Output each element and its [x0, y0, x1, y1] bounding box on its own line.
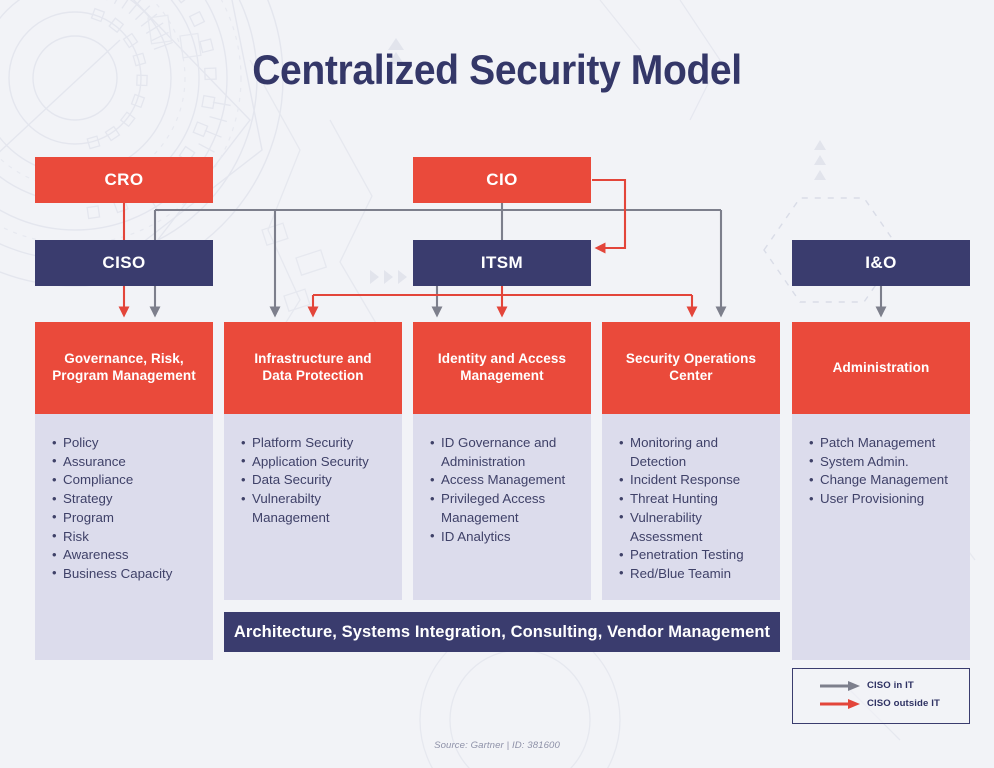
node-itsm[interactable]: ITSM	[413, 240, 591, 286]
arrow-right-icon	[820, 680, 860, 691]
column-header-identity[interactable]: Identity and Access Management	[413, 322, 591, 414]
column-header-line-1: Security Operations	[625, 351, 757, 367]
node-io-label: I&O	[865, 253, 897, 273]
list-item: Platform Security	[241, 434, 399, 453]
list-item: Compliance	[52, 471, 212, 490]
node-cio[interactable]: CIO	[413, 157, 591, 203]
list-item: Data Security	[241, 471, 399, 490]
column-header-soc[interactable]: Security Operations Center	[602, 322, 780, 414]
list-item: Program	[52, 508, 212, 528]
legend-entry-ciso-outside-it: CISO outside IT	[820, 698, 940, 709]
list-item: Vulnerabilty Management	[241, 490, 399, 527]
column-header-line-1: Infrastructure and	[254, 351, 372, 367]
legend: CISO in IT CISO outside IT	[792, 668, 970, 724]
column-header-governance[interactable]: Governance, Risk, Program Management	[35, 322, 213, 414]
column-header-line-1: Governance, Risk,	[64, 351, 184, 367]
list-item: Risk	[52, 527, 212, 547]
list-item: User Provisioning	[809, 490, 967, 509]
node-cro-label: CRO	[104, 170, 144, 190]
column-header-line-2: Management	[460, 368, 544, 383]
column-header-line-1: Identity and Access	[437, 351, 567, 367]
list-item: Business Capacity	[52, 564, 212, 584]
bottom-bar-label: Architecture, Systems Integration, Consu…	[233, 622, 771, 641]
list-item: Change Management	[809, 471, 967, 490]
bottom-bar-architecture[interactable]: Architecture, Systems Integration, Consu…	[224, 612, 780, 652]
legend-label: CISO outside IT	[867, 698, 940, 709]
legend-label: CISO in IT	[867, 680, 914, 691]
source-attribution: Source: Gartner | ID: 381600	[434, 740, 560, 751]
legend-entry-ciso-in-it: CISO in IT	[820, 680, 914, 691]
list-item: Red/Blue Teamin	[619, 564, 777, 584]
bullet-list-governance: Policy Assurance Compliance Strategy Pro…	[52, 434, 212, 584]
page-title: Centralized Security Model	[252, 46, 742, 93]
node-ciso-label: CISO	[102, 253, 146, 273]
bullet-list-identity: ID Governance and Administration Access …	[430, 433, 588, 547]
column-header-line-1: Administration	[832, 359, 930, 375]
list-item: Policy	[52, 434, 212, 453]
list-item: Vulnerability Assessment	[619, 508, 777, 546]
list-item: Privileged Access Management	[430, 490, 588, 527]
list-item: Threat Hunting	[619, 490, 777, 509]
bullet-list-soc: Monitoring and Detection Incident Respon…	[619, 433, 777, 584]
column-header-administration[interactable]: Administration	[792, 322, 970, 414]
node-io[interactable]: I&O	[792, 240, 970, 286]
arrow-right-icon	[820, 698, 860, 709]
infographic-canvas: Centralized Security Model CRO CIO CISO …	[0, 0, 994, 768]
node-itsm-label: ITSM	[480, 253, 524, 273]
node-cro[interactable]: CRO	[35, 157, 213, 203]
list-item: Monitoring and Detection	[619, 433, 777, 471]
bullet-list-administration: Patch Management System Admin. Change Ma…	[809, 434, 967, 509]
column-header-line-2: Program Management	[52, 368, 196, 383]
node-ciso[interactable]: CISO	[35, 240, 213, 286]
column-header-infrastructure[interactable]: Infrastructure and Data Protection	[224, 322, 402, 414]
list-item: ID Analytics	[430, 527, 588, 547]
list-item: Access Management	[430, 471, 588, 490]
list-item: ID Governance and Administration	[430, 433, 588, 471]
list-item: Awareness	[52, 546, 212, 565]
list-item: Incident Response	[619, 471, 777, 490]
column-header-line-2: Center	[669, 368, 713, 383]
list-item: System Admin.	[809, 452, 967, 472]
bullet-list-infrastructure: Platform Security Application Security D…	[241, 434, 399, 528]
list-item: Penetration Testing	[619, 546, 777, 565]
node-cio-label: CIO	[486, 170, 518, 190]
list-item: Application Security	[241, 452, 399, 472]
list-item: Assurance	[52, 452, 212, 472]
list-item: Patch Management	[809, 434, 967, 453]
column-header-line-2: Data Protection	[262, 368, 364, 383]
list-item: Strategy	[52, 490, 212, 509]
